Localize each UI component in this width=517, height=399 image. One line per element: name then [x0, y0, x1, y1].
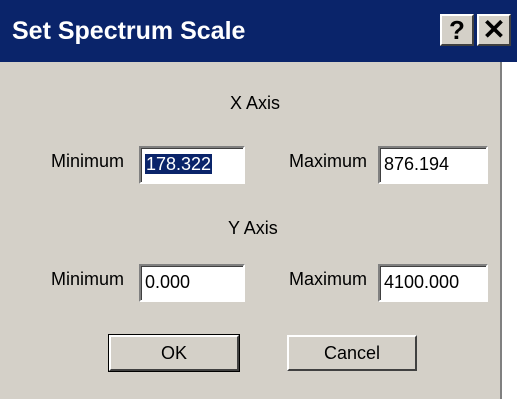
x-axis-heading: X Axis — [230, 93, 281, 113]
close-icon: ✕ — [482, 14, 506, 45]
close-button[interactable]: ✕ — [477, 14, 511, 46]
x-minimum-input[interactable]: 178.322 — [139, 146, 245, 184]
ok-button-label: OK — [160, 342, 187, 363]
y-minimum-value: 0.000 — [145, 272, 191, 292]
set-spectrum-scale-dialog: Set Spectrum Scale ? ✕ X Axis Minimum 17… — [0, 0, 517, 399]
cancel-button-label: Cancel — [323, 342, 381, 363]
y-axis-heading: Y Axis — [228, 218, 278, 238]
help-icon: ? — [449, 15, 465, 45]
title-bar[interactable]: Set Spectrum Scale ? ✕ — [0, 0, 517, 62]
x-maximum-input[interactable]: 876.194 — [378, 146, 488, 184]
y-maximum-value: 4100.000 — [384, 272, 460, 292]
y-maximum-input[interactable]: 4100.000 — [378, 264, 488, 302]
x-minimum-label: Minimum — [51, 151, 125, 171]
y-minimum-input[interactable]: 0.000 — [139, 264, 245, 302]
dialog-body: X Axis Minimum 178.322 Maximum 876.194 Y… — [0, 62, 500, 399]
ok-button[interactable]: OK — [108, 334, 240, 372]
help-button[interactable]: ? — [440, 14, 474, 46]
y-minimum-label: Minimum — [51, 269, 125, 289]
window-title: Set Spectrum Scale — [12, 17, 246, 45]
x-maximum-label: Maximum — [289, 151, 368, 171]
x-maximum-value: 876.194 — [384, 154, 450, 174]
y-maximum-label: Maximum — [289, 269, 368, 289]
right-border — [500, 62, 517, 399]
right-border-line — [500, 62, 502, 399]
x-minimum-value: 178.322 — [145, 154, 213, 174]
cancel-button[interactable]: Cancel — [287, 335, 417, 371]
